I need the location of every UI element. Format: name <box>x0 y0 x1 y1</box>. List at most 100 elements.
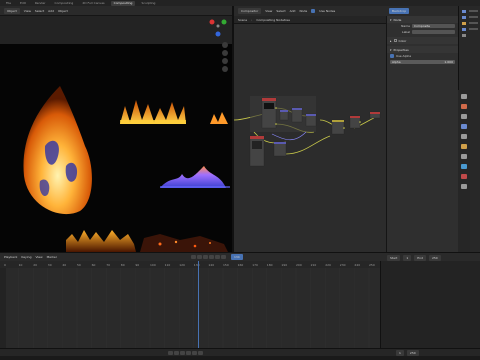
chevron-down-icon: ▾ <box>390 17 392 22</box>
node-image[interactable] <box>249 135 265 167</box>
label-row: Label <box>387 29 458 35</box>
current-frame-field[interactable]: 134 <box>230 254 243 260</box>
node-alpha-over[interactable] <box>273 141 287 157</box>
blue-flames <box>160 166 226 188</box>
status-bar <box>0 356 480 360</box>
start-field[interactable]: 1 <box>403 255 412 261</box>
viewport-menu-object[interactable]: Object <box>58 9 68 13</box>
footer-jump-end-icon[interactable] <box>198 351 203 355</box>
timeline-menu-view[interactable]: View <box>35 255 42 259</box>
mode-select[interactable]: Object <box>4 7 20 14</box>
node-panel-header[interactable]: ▾ Node <box>387 16 458 23</box>
node-render-layers[interactable] <box>261 97 277 129</box>
zoom-icon[interactable] <box>222 42 228 48</box>
color-checkbox[interactable] <box>393 39 397 42</box>
timeline-body[interactable] <box>0 261 380 348</box>
alpha-slider[interactable]: Alpha 1.000 <box>390 60 455 64</box>
properties-panel-header[interactable]: ▾ Properties <box>387 46 458 53</box>
footer-play-reverse-icon[interactable] <box>180 351 185 355</box>
fire-render <box>0 16 232 252</box>
ruler-tick-label: 220 <box>325 263 331 267</box>
backdrop-button[interactable]: Backdrop <box>389 8 410 14</box>
jump-end-icon[interactable] <box>220 255 226 259</box>
node-menu-select[interactable]: Select <box>276 9 285 13</box>
ruler-tick-label: 30 <box>48 263 52 267</box>
footer-play-icon[interactable] <box>186 351 191 355</box>
ortho-toggle-icon[interactable] <box>222 66 228 72</box>
next-key-icon[interactable] <box>214 255 220 259</box>
workspace-tab-compositing[interactable]: Compositing <box>110 0 136 6</box>
3d-viewport[interactable] <box>0 16 232 252</box>
ruler-tick-label: 120 <box>179 263 185 267</box>
node-mix[interactable] <box>279 109 289 121</box>
name-label: Name <box>401 24 410 28</box>
node-composite[interactable] <box>349 115 361 129</box>
use-nodes-checkbox[interactable] <box>311 9 316 13</box>
ruler-tick-label: 240 <box>354 263 360 267</box>
end-field[interactable]: 250 <box>428 255 441 261</box>
playhead[interactable] <box>198 261 199 348</box>
ruler-tick-label: 40 <box>62 263 66 267</box>
use-alpha-checkbox[interactable] <box>390 54 394 58</box>
node-menu-view[interactable]: View <box>265 9 272 13</box>
timeline-menu-playback[interactable]: Playback <box>4 255 17 259</box>
breadcrumb: Compositing Nodetree <box>256 17 290 22</box>
label-field[interactable] <box>412 30 455 34</box>
properties-label: Properties <box>393 47 409 52</box>
footer-next-key-icon[interactable] <box>192 351 197 355</box>
use-nodes-label: Use Nodes <box>319 9 336 13</box>
navigation-gizmo[interactable] <box>208 18 228 38</box>
ruler-ticks: 0 10 20 30 40 50 60 70 80 90 100 110 120 130 140 150 160… <box>4 263 375 267</box>
play-icon[interactable] <box>208 255 214 259</box>
start-label: Start <box>387 255 401 261</box>
timeline-menu-keying[interactable]: Keying <box>21 255 31 259</box>
viewport-menu-add[interactable]: Add <box>48 9 54 13</box>
jump-start-icon[interactable] <box>190 255 196 259</box>
ruler-tick-label: 150 <box>223 263 229 267</box>
ember-bed <box>140 234 228 252</box>
editor-type-select[interactable]: Compositor <box>238 8 262 14</box>
workspace-tab-4[interactable]: Sculpting <box>138 1 158 6</box>
label-label: Label <box>401 30 410 34</box>
pan-icon[interactable] <box>222 50 228 56</box>
play-reverse-icon[interactable] <box>202 255 208 259</box>
use-alpha-label: Use Alpha <box>396 54 412 58</box>
workspace-tab-2[interactable]: 2D Full Canvas <box>79 1 107 6</box>
ruler-tick-label: 210 <box>311 263 317 267</box>
chevron-right-icon: ▸ <box>390 38 392 43</box>
timeline-menu-marker[interactable]: Marker <box>47 255 57 259</box>
node-editor-canvas[interactable] <box>234 24 386 252</box>
color-panel-header[interactable]: ▸ Color <box>387 37 458 44</box>
node-glare[interactable] <box>305 113 317 127</box>
alpha-row: Alpha 1.000 <box>387 59 458 65</box>
ruler-tick-label: 80 <box>121 263 125 267</box>
footer-jump-start-icon[interactable] <box>168 351 173 355</box>
name-field[interactable]: Composite <box>412 24 455 28</box>
node-blur[interactable] <box>291 107 303 123</box>
footer-prev-key-icon[interactable] <box>174 351 179 355</box>
ruler-tick-label: 170 <box>252 263 258 267</box>
ruler-tick-label: 250 <box>369 263 375 267</box>
menu-edit[interactable]: Edit <box>17 1 29 6</box>
camera-view-icon[interactable] <box>222 58 228 64</box>
menu-render[interactable]: Render <box>32 1 49 6</box>
ruler-tick-label: 230 <box>340 263 346 267</box>
small-flame <box>210 112 228 124</box>
ground-fire <box>66 230 136 252</box>
workspace-tab-1[interactable]: Compositing <box>52 1 77 6</box>
viewport-menu-select[interactable]: Select <box>35 9 44 13</box>
node-menu-node[interactable]: Node <box>299 9 307 13</box>
end-label: End <box>414 255 426 261</box>
menu-file[interactable]: File <box>3 1 14 6</box>
node-menu-add[interactable]: Add <box>290 9 296 13</box>
timeline-ruler[interactable]: 0 10 20 30 40 50 60 70 80 90 100 110 120 130 140 150 160… <box>0 261 380 268</box>
viewport-menu-view[interactable]: View <box>24 9 31 13</box>
ruler-tick-label: 160 <box>238 263 244 267</box>
node-color-balance[interactable] <box>331 119 345 135</box>
node-viewer[interactable] <box>369 111 381 119</box>
timeline-range-panel: Start 1 End 250 <box>380 255 480 348</box>
prev-key-icon[interactable] <box>196 255 202 259</box>
playback-controls <box>190 255 227 259</box>
ruler-tick-label: 110 <box>165 263 171 267</box>
outliner-icons <box>462 10 478 37</box>
